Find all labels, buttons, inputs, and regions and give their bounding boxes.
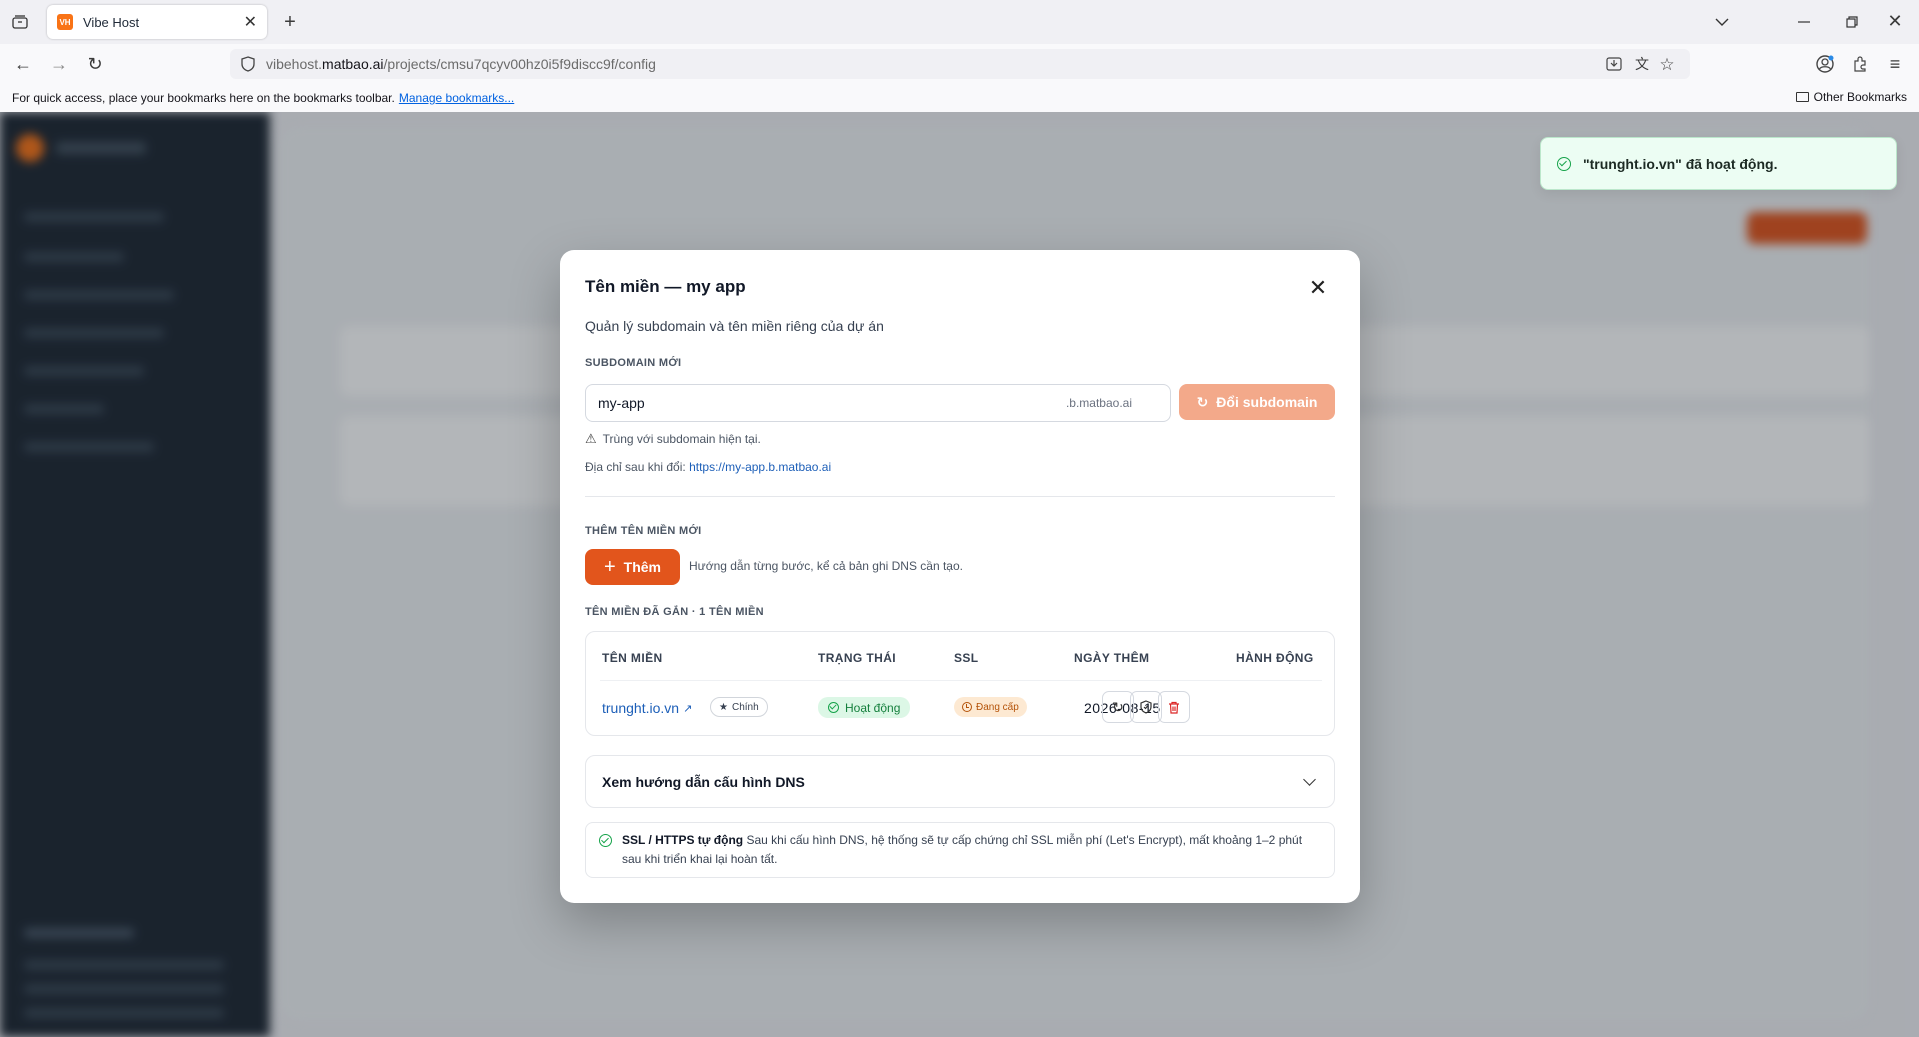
translate-icon[interactable]: 文 [1634, 56, 1650, 72]
check-circle-icon [599, 834, 612, 847]
toast-message: "trunght.io.vn" đã hoạt động. [1583, 155, 1778, 172]
url-host: matbao.ai [322, 56, 384, 72]
url-prefix: vibehost. [266, 56, 323, 72]
minimize-icon[interactable] [1794, 12, 1814, 32]
col-header-ssl: SSL [954, 651, 979, 665]
refresh-icon: ↻ [1112, 698, 1124, 715]
address-url-link[interactable]: https://my-app.b.matbao.ai [689, 460, 831, 474]
attached-domains-label: TÊN MIỀN ĐÃ GẮN · 1 TÊN MIỀN [585, 606, 764, 618]
refresh-icon: ↻ [1196, 393, 1209, 410]
modal-close-icon[interactable]: ✕ [1306, 275, 1330, 300]
tab-close-icon[interactable]: ✕ [244, 12, 257, 32]
ssl-info-note: SSL / HTTPS tự động Sau khi cấu hình DNS… [585, 822, 1335, 878]
table-divider [600, 680, 1322, 681]
star-icon: ★ [719, 701, 728, 713]
tab-overflow-chevron-icon[interactable] [1712, 12, 1732, 32]
domain-modal: Tên miền — my app ✕ Quản lý subdomain và… [560, 250, 1360, 903]
url-path: /projects/cmsu7qcyv00hz0i5f9discc9f/conf… [383, 56, 656, 72]
dns-guide-accordion[interactable]: Xem hướng dẫn cấu hình DNS [585, 755, 1335, 808]
other-bookmarks-label: Other Bookmarks [1813, 90, 1907, 104]
vibehost-favicon-icon: VH [57, 14, 73, 30]
account-icon[interactable] [1814, 53, 1836, 75]
col-header-actions: HÀNH ĐỘNG [1236, 651, 1314, 665]
domains-table: TÊN MIỀN TRẠNG THÁI SSL NGÀY THÊM HÀNH Đ… [585, 631, 1335, 736]
subdomain-section-label: SUBDOMAIN MỚI [585, 357, 682, 369]
extensions-icon[interactable] [1849, 53, 1871, 75]
status-label: Hoạt động [845, 700, 901, 715]
col-header-status: TRẠNG THÁI [818, 651, 896, 665]
trash-icon [1169, 701, 1179, 714]
add-domain-label: Thêm [623, 559, 662, 575]
window-close-icon[interactable]: ✕ [1885, 11, 1905, 31]
folder-icon [1795, 92, 1809, 102]
ssl-badge: Đang cấp [954, 697, 1027, 717]
new-tab-icon[interactable]: + [280, 12, 300, 32]
subdomain-suffix: .b.matbao.ai [1065, 396, 1132, 410]
plus-icon: + [603, 556, 616, 578]
subdomain-input[interactable]: my-app .b.matbao.ai [585, 384, 1171, 422]
add-domain-button[interactable]: + Thêm [585, 549, 680, 585]
url-bar[interactable]: vibehost. matbao.ai/projects/cmsu7qcyv00h… [230, 49, 1690, 79]
primary-badge: ★ Chính [710, 697, 768, 717]
success-toast: "trunght.io.vn" đã hoạt động. [1540, 137, 1897, 190]
ssl-note-title: SSL / HTTPS tự động [622, 833, 744, 847]
status-badge: Hoạt động [818, 697, 911, 718]
address-label: Địa chỉ sau khi đổi: [585, 460, 686, 474]
col-header-domain: TÊN MIỀN [602, 651, 663, 665]
back-icon[interactable]: ← [12, 54, 34, 74]
install-app-icon[interactable] [1606, 56, 1622, 72]
warning-triangle-icon: ⚠ [585, 431, 597, 446]
tab-list-icon[interactable] [10, 14, 30, 30]
modal-subtitle: Quản lý subdomain và tên miền riêng của … [585, 318, 884, 334]
other-bookmarks[interactable]: Other Bookmarks [1795, 90, 1907, 104]
primary-badge-label: Chính [731, 701, 759, 713]
clock-icon [962, 702, 972, 712]
chevron-down-icon [1303, 772, 1316, 786]
section-divider [585, 496, 1335, 497]
new-address: Địa chỉ sau khi đổi: https://my-app.b.ma… [585, 460, 831, 474]
shield-check-icon [1140, 700, 1152, 714]
tab-title: Vibe Host [83, 14, 140, 30]
browser-tabbar: VH Vibe Host ✕ + ✕ [0, 0, 1919, 44]
bookmarks-toolbar: For quick access, place your bookmarks h… [0, 84, 1919, 112]
domain-name: trunght.io.vn [602, 700, 680, 716]
check-circle-icon [828, 702, 839, 713]
col-header-date: NGÀY THÊM [1074, 651, 1150, 665]
browser-navbar: ← → ↻ vibehost. matbao.ai/projects/cmsu7q… [0, 44, 1919, 84]
add-domain-hint: Hướng dẫn từng bước, kể cả bản ghi DNS c… [689, 559, 963, 573]
bookmark-star-icon[interactable]: ☆ [1658, 55, 1676, 73]
check-circle-icon [1557, 156, 1571, 171]
external-link-icon: ↗ [683, 702, 693, 715]
subdomain-value: my-app [598, 395, 645, 411]
site-security-shield-icon[interactable] [240, 56, 256, 72]
restore-icon[interactable] [1842, 12, 1862, 32]
dns-guide-label: Xem hướng dẫn cấu hình DNS [602, 773, 805, 790]
reload-icon[interactable]: ↻ [84, 54, 106, 74]
subdomain-warning: ⚠ Trùng với subdomain hiện tại. [585, 431, 761, 447]
add-domain-section-label: THÊM TÊN MIỀN MỚI [585, 525, 702, 537]
delete-domain-button[interactable] [1158, 691, 1190, 723]
modal-title: Tên miền — my app [585, 277, 746, 296]
domain-link[interactable]: trunght.io.vn ↗ [602, 700, 692, 716]
change-subdomain-button[interactable]: ↻ Đổi subdomain [1179, 384, 1335, 420]
bookmarks-hint: For quick access, place your bookmarks h… [12, 91, 395, 105]
manage-bookmarks-link[interactable]: Manage bookmarks... [399, 91, 514, 105]
menu-icon[interactable]: ≡ [1884, 53, 1906, 75]
change-subdomain-label: Đổi subdomain [1216, 394, 1318, 410]
ssl-label: Đang cấp [976, 701, 1019, 713]
browser-tab[interactable]: VH Vibe Host ✕ [47, 5, 267, 39]
warning-text: Trùng với subdomain hiện tại. [602, 432, 761, 446]
forward-icon[interactable]: → [48, 54, 70, 74]
